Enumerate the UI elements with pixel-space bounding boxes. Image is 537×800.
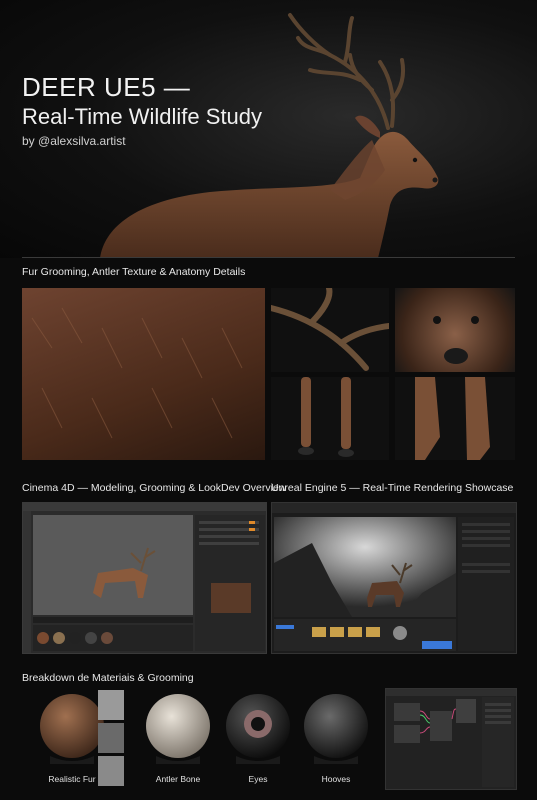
hoof-sphere-icon [304, 694, 368, 764]
node-editor-screenshot [385, 688, 517, 790]
material-hooves: Hooves [296, 688, 376, 793]
divider [22, 257, 515, 258]
material-label: Antler Bone [155, 774, 201, 784]
deer-legs-image [271, 377, 389, 460]
deer-leg-detail-image [395, 377, 515, 460]
section-title-cinema4d: Cinema 4D — Modeling, Grooming & LookDev… [22, 482, 287, 494]
unreal-engine-screenshot [271, 502, 517, 654]
page-subtitle: Real-Time Wildlife Study [22, 104, 263, 129]
cinema4d-screenshot [22, 502, 267, 654]
eye-sphere-icon [226, 694, 290, 764]
author-byline: by @alexsilva.artist [22, 134, 126, 148]
fur-closeup-image [22, 288, 265, 460]
material-eyes: Eyes [218, 688, 298, 793]
material-label: Hooves [321, 774, 351, 784]
fur-texture-maps [98, 690, 124, 790]
section-title-breakdown: Breakdown de Materiais & Grooming [22, 672, 194, 684]
antler-closeup-image [271, 288, 389, 372]
bone-sphere-icon [146, 694, 210, 764]
material-label: Eyes [248, 774, 268, 784]
page-title: DEER UE5 — [22, 72, 191, 102]
section-title-unreal: Unreal Engine 5 — Real-Time Rendering Sh… [271, 482, 514, 494]
deer-face-image [395, 288, 515, 372]
section-title-details: Fur Grooming, Antler Texture & Anatomy D… [22, 266, 246, 278]
material-antler-bone: Antler Bone [138, 688, 218, 793]
